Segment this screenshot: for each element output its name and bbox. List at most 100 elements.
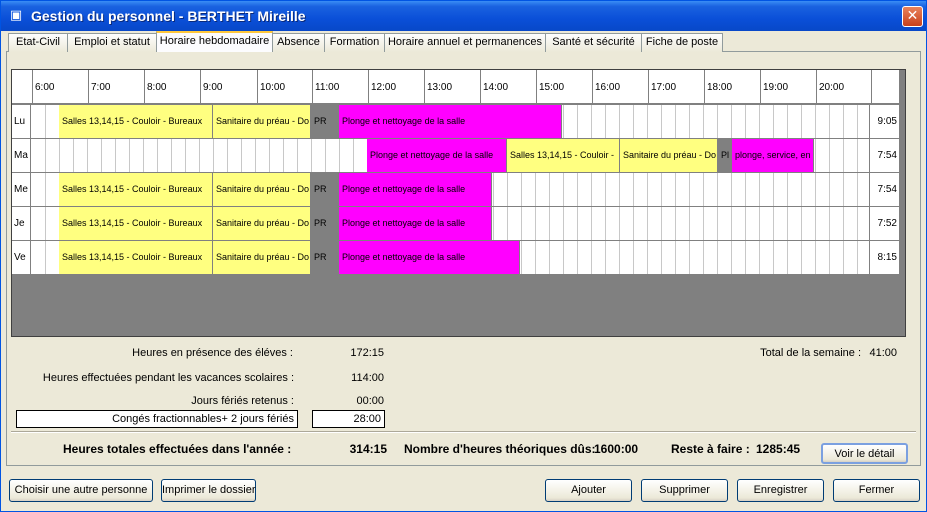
- schedule-block[interactable]: Plonge et nettoyage de la salle: [339, 105, 562, 138]
- schedule-block[interactable]: Sanitaire du préau - Do: [213, 241, 311, 274]
- slot-gridline: [241, 139, 242, 172]
- week-total-value: 41:00: [869, 347, 897, 359]
- schedule-row-me[interactable]: Me Salles 13,14,15 - Couloir - Bureaux San…: [12, 173, 899, 207]
- slot-gridline: [577, 105, 578, 138]
- tab-absence[interactable]: Absence: [272, 33, 325, 52]
- slot-gridline: [605, 105, 606, 138]
- schedule-block[interactable]: Sanitaire du préau - Do: [213, 105, 311, 138]
- schedule-block[interactable]: Plonge et nettoyage de la salle: [339, 173, 492, 206]
- schedule-block[interactable]: PR: [311, 105, 339, 138]
- schedule-block[interactable]: Salles 13,14,15 - Couloir -: [507, 139, 620, 172]
- day-total: 7:54: [869, 139, 899, 172]
- close-window-button[interactable]: ✕: [902, 6, 923, 27]
- hour-separator: [648, 70, 649, 104]
- tab-horaire-hebdomadaire[interactable]: Horaire hebdomadaire: [156, 31, 273, 52]
- slot-gridline: [619, 105, 620, 138]
- slot-gridline: [801, 173, 802, 206]
- view-detail-button[interactable]: Voir le détail: [821, 443, 908, 464]
- slot-gridline: [353, 139, 354, 172]
- weekly-schedule-grid[interactable]: 6:00 7:00 8:00 9:00 10:00 11:00 12:00 13:00 14:0…: [11, 69, 906, 337]
- slot-gridline: [661, 207, 662, 240]
- conges-value-field[interactable]: 28:00: [312, 410, 385, 428]
- slot-gridline: [619, 241, 620, 274]
- slot-gridline: [829, 207, 830, 240]
- schedule-block[interactable]: PR: [311, 207, 339, 240]
- slot-gridline: [787, 207, 788, 240]
- slot-gridline: [745, 241, 746, 274]
- slot-gridline: [759, 173, 760, 206]
- hour-separator: [312, 70, 313, 104]
- slot-gridline: [563, 241, 564, 274]
- tab-sante-securite[interactable]: Santé et sécurité: [545, 33, 642, 52]
- choose-other-person-button[interactable]: Choisir une autre personne: [9, 479, 153, 502]
- hour-separator: [871, 70, 872, 104]
- slot-gridline: [689, 105, 690, 138]
- schedule-block[interactable]: Salles 13,14,15 - Couloir - Bureaux: [59, 173, 213, 206]
- feries-label: Jours fériés retenus :: [191, 395, 294, 407]
- close-button[interactable]: Fermer: [833, 479, 920, 502]
- slot-gridline: [199, 139, 200, 172]
- tab-fiche-poste[interactable]: Fiche de poste: [641, 33, 723, 52]
- schedule-block[interactable]: Plonge et nettoyage de la salle: [367, 139, 507, 172]
- slot-gridline: [577, 207, 578, 240]
- delete-button[interactable]: Supprimer: [641, 479, 728, 502]
- window-title: Gestion du personnel - BERTHET Mireille: [31, 8, 306, 24]
- hour-separator: [257, 70, 258, 104]
- day-label: Je: [12, 207, 31, 240]
- slot-gridline: [815, 139, 816, 172]
- theoriques-value: 1600:00: [594, 442, 639, 456]
- slot-gridline: [815, 105, 816, 138]
- slot-gridline: [157, 139, 158, 172]
- schedule-block[interactable]: PR: [311, 241, 339, 274]
- tab-etat-civil[interactable]: Etat-Civil: [8, 33, 68, 52]
- schedule-block[interactable]: Salles 13,14,15 - Couloir - Bureaux: [59, 105, 213, 138]
- tab-emploi-statut[interactable]: Emploi et statut: [67, 33, 157, 52]
- schedule-row-ma[interactable]: Ma Plonge et nettoyage de la salle Salles …: [12, 139, 899, 173]
- slot-gridline: [773, 241, 774, 274]
- slot-gridline: [521, 241, 522, 274]
- schedule-row-je[interactable]: Je Salles 13,14,15 - Couloir - Bureaux San…: [12, 207, 899, 241]
- schedule-block[interactable]: Salles 13,14,15 - Couloir - Bureaux: [59, 207, 213, 240]
- vacances-value: 114:00: [351, 372, 384, 384]
- slot-gridline: [689, 173, 690, 206]
- hour-label: 17:00: [651, 82, 677, 93]
- schedule-block[interactable]: Plonge et nettoyage de la salle: [339, 241, 520, 274]
- slot-gridline: [549, 173, 550, 206]
- schedule-block[interactable]: Pl: [718, 139, 732, 172]
- slot-gridline: [731, 241, 732, 274]
- hour-separator: [32, 70, 33, 104]
- slot-gridline: [843, 241, 844, 274]
- day-total: 8:15: [869, 241, 899, 274]
- schedule-row-lu[interactable]: Lu Salles 13,14,15 - Couloir - Bureaux San…: [12, 105, 899, 139]
- day-total: 7:52: [869, 207, 899, 240]
- slot-gridline: [605, 241, 606, 274]
- slot-gridline: [507, 173, 508, 206]
- conges-field[interactable]: Congés fractionnables+ 2 jours fériés: [16, 410, 298, 428]
- schedule-row-ve[interactable]: Ve Salles 13,14,15 - Couloir - Bureaux San…: [12, 241, 899, 275]
- slot-gridline: [185, 139, 186, 172]
- print-dossier-button[interactable]: Imprimer le dossier: [161, 479, 256, 502]
- schedule-block[interactable]: Plonge et nettoyage de la salle: [339, 207, 492, 240]
- schedule-block[interactable]: Sanitaire du préau - Do: [213, 207, 311, 240]
- hour-label: 19:00: [763, 82, 789, 93]
- schedule-block[interactable]: Salles 13,14,15 - Couloir - Bureaux: [59, 241, 213, 274]
- slot-gridline: [857, 105, 858, 138]
- slot-gridline: [717, 173, 718, 206]
- hour-label: 15:00: [539, 82, 565, 93]
- add-button[interactable]: Ajouter: [545, 479, 632, 502]
- slot-gridline: [815, 173, 816, 206]
- tab-horaire-annuel[interactable]: Horaire annuel et permanences: [384, 33, 546, 52]
- schedule-block[interactable]: Sanitaire du préau - Do: [620, 139, 718, 172]
- hour-separator: [536, 70, 537, 104]
- slot-gridline: [549, 241, 550, 274]
- schedule-block[interactable]: plonge, service, en: [732, 139, 814, 172]
- schedule-block[interactable]: Sanitaire du préau - Do: [213, 173, 311, 206]
- feries-value: 00:00: [356, 395, 384, 407]
- slot-gridline: [731, 207, 732, 240]
- save-button[interactable]: Enregistrer: [737, 479, 824, 502]
- tab-formation[interactable]: Formation: [324, 33, 385, 52]
- slot-gridline: [227, 139, 228, 172]
- schedule-block[interactable]: PR: [311, 173, 339, 206]
- slot-gridline: [535, 241, 536, 274]
- slot-gridline: [535, 207, 536, 240]
